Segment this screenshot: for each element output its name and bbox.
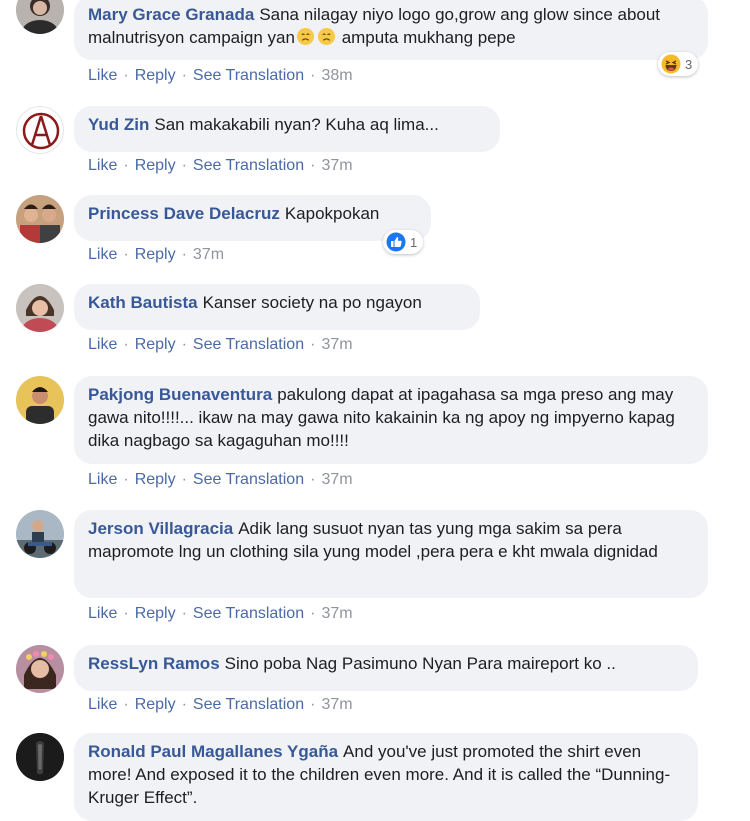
reaction-badge[interactable]: 3	[658, 52, 699, 76]
like-button[interactable]: Like	[88, 696, 117, 713]
timestamp[interactable]: 37m	[321, 471, 352, 488]
haha-icon	[661, 54, 681, 74]
like-button[interactable]: Like	[88, 67, 117, 84]
reaction-count: 3	[685, 56, 693, 72]
comment-author[interactable]: Kath Bautista	[88, 293, 198, 312]
reply-button[interactable]: Reply	[135, 246, 176, 263]
comment-actions: Like · Reply · See Translation · 38m	[88, 67, 353, 84]
comment-text: Kapokpokan	[284, 204, 380, 223]
comment-bubble: Kath Bautista Kanser society na po ngayon	[74, 284, 480, 330]
comment-bubble: Mary Grace Granada Sana nilagay niyo logo…	[74, 0, 708, 60]
reply-button[interactable]: Reply	[135, 696, 176, 713]
reaction-badge[interactable]: 1	[383, 230, 424, 254]
avatar[interactable]	[16, 645, 64, 693]
comment-author[interactable]: Mary Grace Granada	[88, 5, 254, 24]
comment-text-tail: amputa mukhang pepe	[341, 28, 516, 47]
avatar[interactable]	[16, 733, 64, 781]
comment-bubble: RessLyn Ramos Sino poba Nag Pasimuno Nyan…	[74, 645, 698, 691]
comment-author[interactable]: Pakjong Buenaventura	[88, 385, 272, 404]
reaction-count: 1	[410, 234, 418, 250]
emoji-icon	[317, 27, 336, 46]
comment-actions: Like · Reply · See Translation · 37m	[88, 336, 353, 353]
timestamp[interactable]: 37m	[321, 336, 352, 353]
comment-author[interactable]: RessLyn Ramos	[88, 654, 220, 673]
like-button[interactable]: Like	[88, 157, 117, 174]
comment-bubble: Yud Zin San makakabili nyan? Kuha aq lima…	[74, 106, 500, 152]
comment-actions: Like · Reply · See Translation · 37m	[88, 471, 353, 488]
reply-button[interactable]: Reply	[135, 336, 176, 353]
comment-actions: Like · Reply · 37m	[88, 246, 225, 263]
avatar[interactable]	[16, 195, 64, 243]
reply-button[interactable]: Reply	[135, 471, 176, 488]
avatar[interactable]	[16, 376, 64, 424]
avatar[interactable]	[16, 284, 64, 332]
see-translation-link[interactable]: See Translation	[193, 157, 304, 174]
comment-bubble: Pakjong Buenaventura pakulong dapat at ip…	[74, 376, 708, 464]
comment-text: Sino poba Nag Pasimuno Nyan Para mairepo…	[224, 654, 616, 673]
reply-button[interactable]: Reply	[135, 605, 176, 622]
see-translation-link[interactable]: See Translation	[193, 336, 304, 353]
timestamp[interactable]: 37m	[321, 696, 352, 713]
like-icon	[386, 232, 406, 252]
comment-actions: Like · Reply · See Translation · 37m	[88, 696, 353, 713]
timestamp[interactable]: 38m	[321, 67, 352, 84]
comment-bubble: Ronald Paul Magallanes Ygaña And you've j…	[74, 733, 698, 821]
avatar[interactable]	[16, 510, 64, 558]
timestamp[interactable]: 37m	[321, 605, 352, 622]
comment-actions: Like · Reply · See Translation · 37m	[88, 157, 353, 174]
reply-button[interactable]: Reply	[135, 157, 176, 174]
comment-text: Kanser society na po ngayon	[202, 293, 422, 312]
see-translation-link[interactable]: See Translation	[193, 471, 304, 488]
comment-bubble: Princess Dave Delacruz Kapokpokan	[74, 195, 431, 241]
reply-button[interactable]: Reply	[135, 67, 176, 84]
comment-text: San makakabili nyan? Kuha aq lima...	[154, 115, 439, 134]
like-button[interactable]: Like	[88, 605, 117, 622]
comment-author[interactable]: Jerson Villagracia	[88, 519, 233, 538]
see-translation-link[interactable]: See Translation	[193, 605, 304, 622]
see-translation-link[interactable]: See Translation	[193, 67, 304, 84]
timestamp[interactable]: 37m	[321, 157, 352, 174]
timestamp[interactable]: 37m	[193, 246, 224, 263]
emoji-icon	[296, 27, 315, 46]
avatar[interactable]	[16, 106, 64, 154]
comment-actions: Like · Reply · See Translation · 37m	[88, 605, 353, 622]
like-button[interactable]: Like	[88, 246, 117, 263]
avatar[interactable]	[16, 0, 64, 34]
comment-author[interactable]: Ronald Paul Magallanes Ygaña	[88, 742, 338, 761]
like-button[interactable]: Like	[88, 471, 117, 488]
comment-author[interactable]: Yud Zin	[88, 115, 149, 134]
see-translation-link[interactable]: See Translation	[193, 696, 304, 713]
like-button[interactable]: Like	[88, 336, 117, 353]
comment-author[interactable]: Princess Dave Delacruz	[88, 204, 280, 223]
comment-bubble: Jerson Villagracia Adik lang susuot nyan …	[74, 510, 708, 598]
